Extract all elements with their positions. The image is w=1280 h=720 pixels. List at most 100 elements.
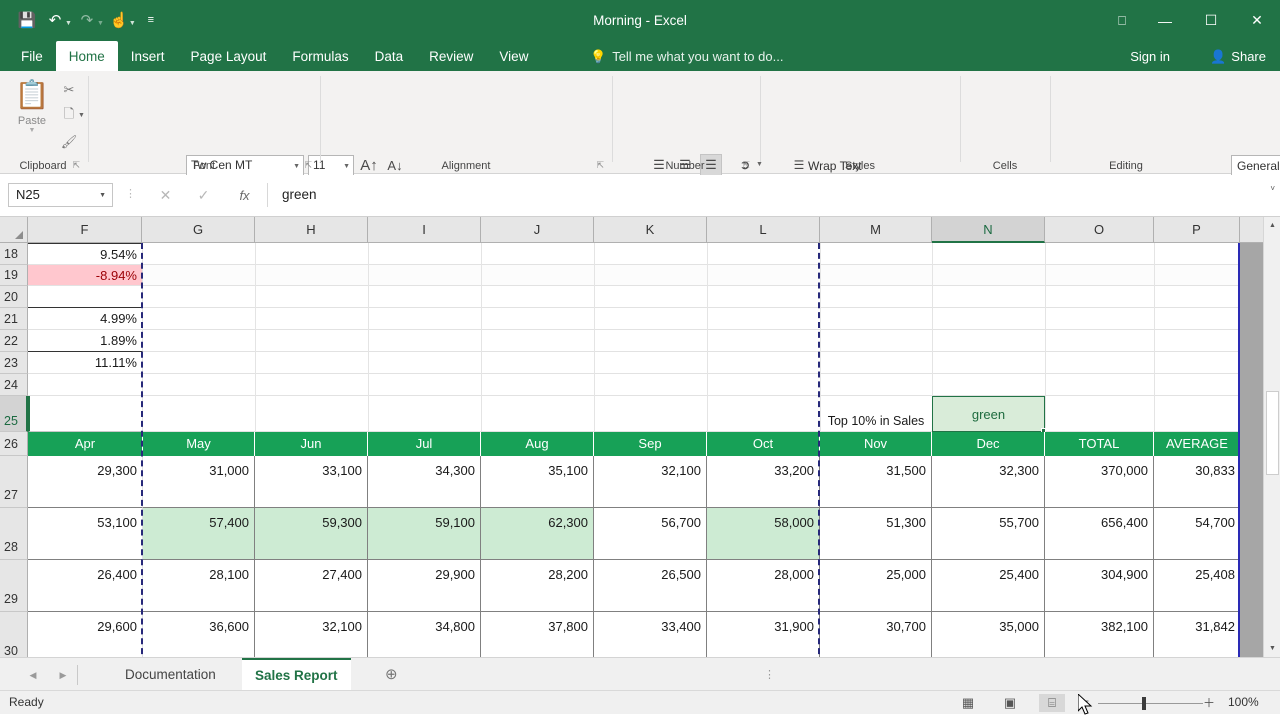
row-header-20[interactable]: 20 [0,286,28,308]
formula-bar-handle[interactable]: ⋮ [125,187,136,200]
name-box[interactable]: N25 ▼ [8,183,113,207]
table-header-aug[interactable]: Aug [481,432,594,456]
add-sheet-icon[interactable]: ⊕ [385,665,398,683]
row-23-empty-range[interactable] [143,352,1240,374]
cell-row29-col7[interactable]: 25,000 [820,560,932,612]
page-break-preview-view-icon[interactable]: ⌸ [1039,694,1065,712]
cell-F24[interactable] [28,374,143,396]
row-header-19[interactable]: 19 [0,265,28,286]
vertical-scrollbar[interactable]: ▲ ▼ [1263,217,1280,657]
cell-row28-col3[interactable]: 59,100 [368,508,481,560]
confirm-entry-icon[interactable]: ✓ [190,183,217,207]
cell-F20[interactable] [28,286,143,308]
tell-me-search[interactable]: 💡 Tell me what you want to do... [590,41,783,71]
cell-row29-col3[interactable]: 29,900 [368,560,481,612]
row-header-25[interactable]: 25 [0,396,28,432]
page-layout-view-icon[interactable]: ▣ [997,694,1023,712]
table-header-nov[interactable]: Nov [820,432,932,456]
cell-row28-col2[interactable]: 59,300 [255,508,368,560]
tab-data[interactable]: Data [362,41,417,71]
cell-row28-col6[interactable]: 58,000 [707,508,820,560]
column-header-H[interactable]: H [255,217,368,243]
cell-row28-col8[interactable]: 55,700 [932,508,1045,560]
row-19-empty-range[interactable] [143,265,1240,286]
font-dialog-launcher[interactable]: ⇱ [304,160,312,171]
alignment-dialog-launcher[interactable]: ⇱ [596,160,604,171]
row-header-18[interactable]: 18 [0,243,28,265]
column-header-J[interactable]: J [481,217,594,243]
row-25-empty-range[interactable] [143,396,1240,432]
cell-row29-col2[interactable]: 27,400 [255,560,368,612]
cancel-entry-icon[interactable]: ✕ [152,183,179,207]
cell-row27-col5[interactable]: 32,100 [594,456,707,508]
expand-formula-bar-icon[interactable]: ˅ [1270,184,1275,193]
row-21-empty-range[interactable] [143,308,1240,330]
tab-formulas[interactable]: Formulas [279,41,361,71]
row-header-28[interactable]: 28 [0,508,28,560]
cell-row27-col9[interactable]: 370,000 [1045,456,1154,508]
cell-row27-col2[interactable]: 33,100 [255,456,368,508]
zoom-in-button[interactable]: ＋ [1203,694,1215,711]
ribbon-display-options-icon[interactable]: ⎕ [1102,0,1142,41]
table-header-sep[interactable]: Sep [594,432,707,456]
hscroll-split-handle[interactable]: ⋮ [764,668,775,681]
column-header-I[interactable]: I [368,217,481,243]
tab-view[interactable]: View [486,41,541,71]
cell-row28-col5[interactable]: 56,700 [594,508,707,560]
table-header-may[interactable]: May [143,432,255,456]
sheet-tab-sales-report[interactable]: Sales Report [242,658,351,691]
maximize-button[interactable]: ☐ [1188,0,1234,41]
next-sheet-icon[interactable]: ▶ [52,666,74,684]
row-22-empty-range[interactable] [143,330,1240,352]
cell-F23[interactable]: 11.11% [28,352,143,374]
zoom-level-label[interactable]: 100% [1228,695,1259,709]
column-header-K[interactable]: K [594,217,707,243]
insert-function-icon[interactable]: fx [231,183,258,207]
table-header-dec[interactable]: Dec [932,432,1045,456]
cell-row27-col3[interactable]: 34,300 [368,456,481,508]
row-header-21[interactable]: 21 [0,308,28,330]
tab-page-layout[interactable]: Page Layout [178,41,280,71]
cell-row28-col1[interactable]: 57,400 [143,508,255,560]
tab-insert[interactable]: Insert [118,41,178,71]
table-header-total[interactable]: TOTAL [1045,432,1154,456]
number-format-select[interactable]: General ▼ [1231,155,1280,177]
column-header-P[interactable]: P [1154,217,1240,243]
table-header-average[interactable]: AVERAGE [1154,432,1240,456]
close-button[interactable]: ✕ [1234,0,1280,41]
share-button[interactable]: 👤 Share [1210,41,1266,71]
name-box-dropdown-icon[interactable]: ▼ [99,192,106,199]
legend-label-cell[interactable]: Top 10% in Sales [820,396,932,432]
cell-row28-col9[interactable]: 656,400 [1045,508,1154,560]
cell-row27-col8[interactable]: 32,300 [932,456,1045,508]
cell-row27-col6[interactable]: 33,200 [707,456,820,508]
cell-row28-col7[interactable]: 51,300 [820,508,932,560]
sign-in-button[interactable]: Sign in [1130,41,1170,71]
row-header-22[interactable]: 22 [0,330,28,352]
row-24-empty-range[interactable] [143,374,1240,396]
table-header-oct[interactable]: Oct [707,432,820,456]
cell-row29-col1[interactable]: 28,100 [143,560,255,612]
cell-F19[interactable]: -8.94% [28,265,143,286]
column-header-L[interactable]: L [707,217,820,243]
column-header-G[interactable]: G [142,217,255,243]
format-painter-icon[interactable]: 🖌 [58,131,80,153]
cell-row29-col6[interactable]: 28,000 [707,560,820,612]
cell-F22[interactable]: 1.89% [28,330,143,352]
row-header-26[interactable]: 26 [0,432,28,456]
cell-F25[interactable] [28,396,143,432]
vertical-scroll-thumb[interactable] [1266,391,1279,475]
scroll-up-icon[interactable]: ▲ [1264,217,1280,234]
page-break-line-left[interactable] [141,243,143,664]
cell-row29-col8[interactable]: 25,400 [932,560,1045,612]
column-header-N[interactable]: N [932,217,1045,243]
cell-row29-col5[interactable]: 26,500 [594,560,707,612]
row-header-24[interactable]: 24 [0,374,28,396]
cell-F21[interactable]: 4.99% [28,308,143,330]
previous-sheet-icon[interactable]: ◀ [22,666,44,684]
paste-dropdown-icon[interactable]: ▼ [29,127,36,134]
cell-row29-col4[interactable]: 28,200 [481,560,594,612]
sheet-tab-documentation[interactable]: Documentation [112,658,229,691]
number-dialog-launcher[interactable]: ⇱ [742,160,750,171]
scroll-down-icon[interactable]: ▼ [1264,640,1280,657]
